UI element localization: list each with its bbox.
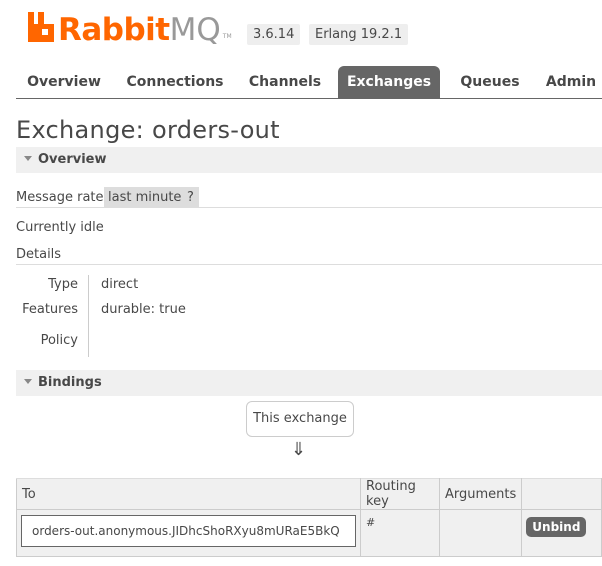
details-label: Details (16, 247, 62, 262)
collapse-triangle-icon (24, 379, 32, 384)
action-cell: Unbind (521, 509, 602, 557)
this-exchange-box: This exchange (246, 401, 354, 437)
column-header-arguments: Arguments (438, 478, 523, 510)
rabbitmq-logo-icon (26, 12, 56, 42)
tab-exchanges[interactable]: Exchanges (338, 66, 440, 98)
message-rates-label: Message rates (16, 190, 111, 205)
divider (16, 264, 602, 265)
tab-overview[interactable]: Overview (16, 66, 112, 98)
type-value: direct (101, 277, 139, 292)
unbind-button[interactable]: Unbind (526, 517, 587, 537)
type-key: Type (48, 277, 78, 292)
rabbitmq-version-badge: 3.6.14 (247, 24, 301, 45)
collapse-triangle-icon (24, 156, 32, 161)
arguments-cell (438, 509, 523, 557)
bindings-table: To Routing key Arguments orders-out.anon… (16, 478, 602, 557)
column-header-to: To (16, 478, 361, 510)
column-header-routing-key: Routing key (360, 478, 440, 510)
table-row: orders-out.anonymous.JIDhcShoRXyu8mURaE5… (16, 509, 602, 557)
column-header-actions (521, 478, 602, 510)
tab-channels[interactable]: Channels (238, 66, 332, 98)
logo-trademark: TM (222, 33, 232, 40)
binding-destination-link[interactable]: orders-out.anonymous.JIDhcShoRXyu8mURaE5… (21, 515, 356, 547)
policy-key: Policy (40, 333, 78, 348)
bindings-section-toggle[interactable]: Bindings (16, 370, 602, 396)
page-title: Exchange: orders-out (16, 116, 280, 144)
main-nav-tabs: Overview Connections Channels Exchanges … (16, 66, 602, 99)
rabbitmq-logo[interactable]: RabbitMQ TM (26, 6, 232, 46)
overview-heading: Overview (38, 152, 107, 167)
overview-section-toggle[interactable]: Overview (16, 147, 602, 173)
divider (16, 207, 602, 208)
routing-key-cell: # (360, 509, 440, 557)
tab-admin[interactable]: Admin (540, 66, 602, 98)
erlang-version-badge: Erlang 19.2.1 (309, 24, 409, 45)
features-key: Features (22, 302, 78, 317)
routing-key-value: # (366, 516, 376, 529)
features-value: durable: true (101, 302, 186, 317)
bindings-heading: Bindings (38, 375, 102, 390)
status-text: Currently idle (16, 220, 104, 235)
tab-queues[interactable]: Queues (450, 66, 530, 98)
help-button[interactable]: ? (182, 187, 199, 208)
logo-text: RabbitMQ (58, 12, 221, 48)
message-rates-range-selector[interactable]: last minute (104, 187, 186, 208)
details-divider (88, 275, 89, 357)
tab-connections[interactable]: Connections (121, 66, 229, 98)
binding-destination-cell: orders-out.anonymous.JIDhcShoRXyu8mURaE5… (16, 509, 361, 557)
down-arrow-icon: ⇓ (291, 439, 307, 460)
